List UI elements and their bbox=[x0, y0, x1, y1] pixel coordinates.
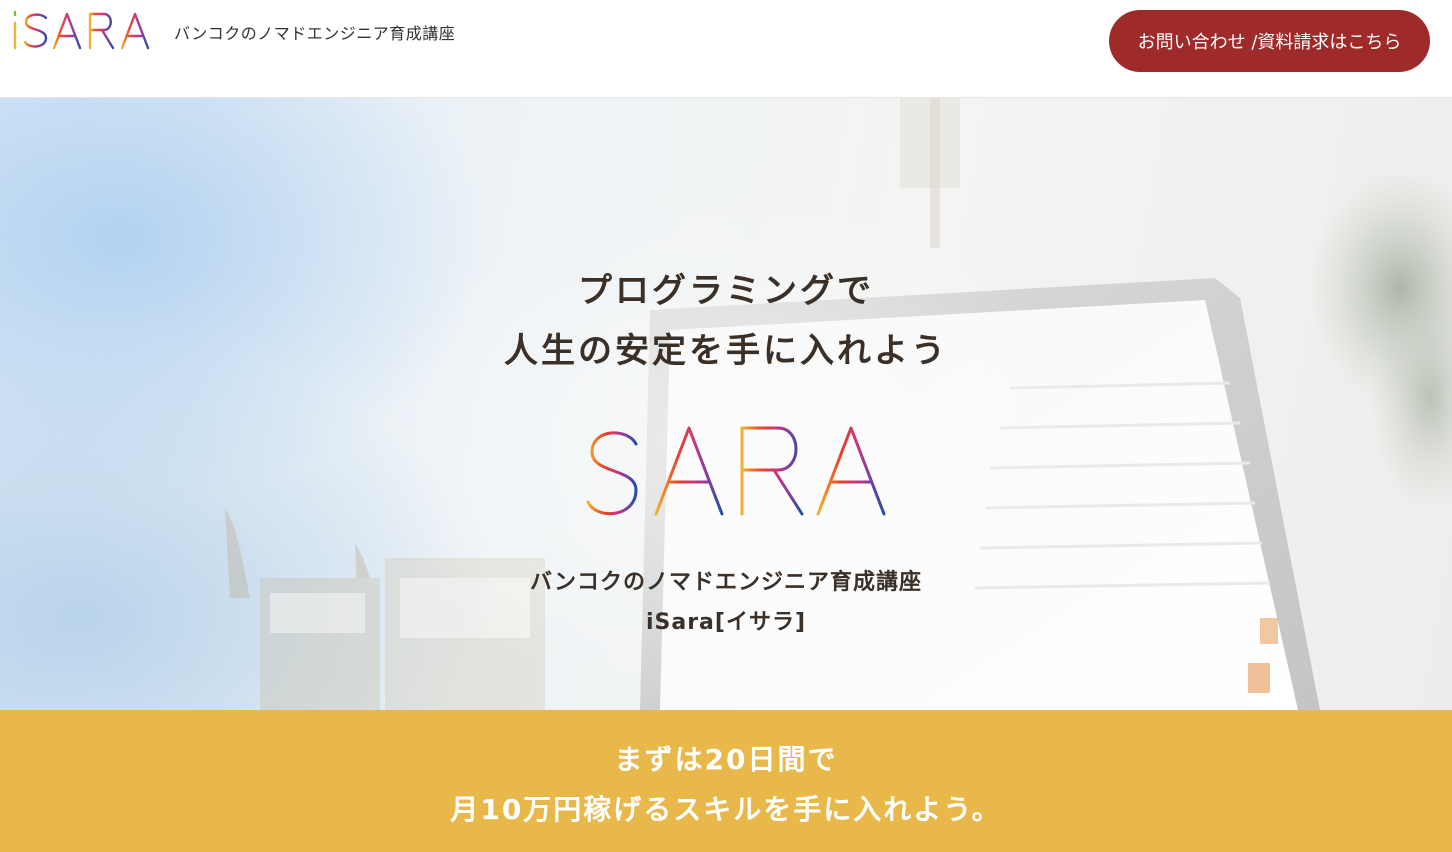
hero-title-line-1: プログラミングで bbox=[578, 271, 874, 311]
site-header: バンコクのノマドエンジニア育成講座 お問い合わせ /資料請求はこちら bbox=[0, 0, 1452, 98]
isara-logo[interactable] bbox=[12, 6, 162, 54]
hero-section: プログラミングで 人生の安定を手に入れよう バンコクのノマドエンジニア育成講座 … bbox=[0, 98, 1452, 710]
banner-line-1: まずは20日間で bbox=[614, 743, 838, 776]
contact-request-button[interactable]: お問い合わせ /資料請求はこちら bbox=[1109, 10, 1430, 72]
isara-hero-logo bbox=[558, 426, 886, 516]
banner-line-2: 月10万円稼げるスキルを手に入れよう。 bbox=[450, 793, 1002, 826]
page: バンコクのノマドエンジニア育成講座 お問い合わせ /資料請求はこちら プログラミ… bbox=[0, 0, 1452, 852]
hero-subtitle-line-2: iSara[イサラ] bbox=[645, 610, 807, 635]
hero-subtitle-line-1: バンコクのノマドエンジニア育成講座 bbox=[529, 570, 923, 595]
promo-banner: まずは20日間で 月10万円稼げるスキルを手に入れよう。 bbox=[0, 710, 1452, 852]
header-tagline: バンコクのノマドエンジニア育成講座 bbox=[174, 24, 456, 43]
hero-title-line-2: 人生の安定を手に入れよう bbox=[504, 331, 948, 371]
